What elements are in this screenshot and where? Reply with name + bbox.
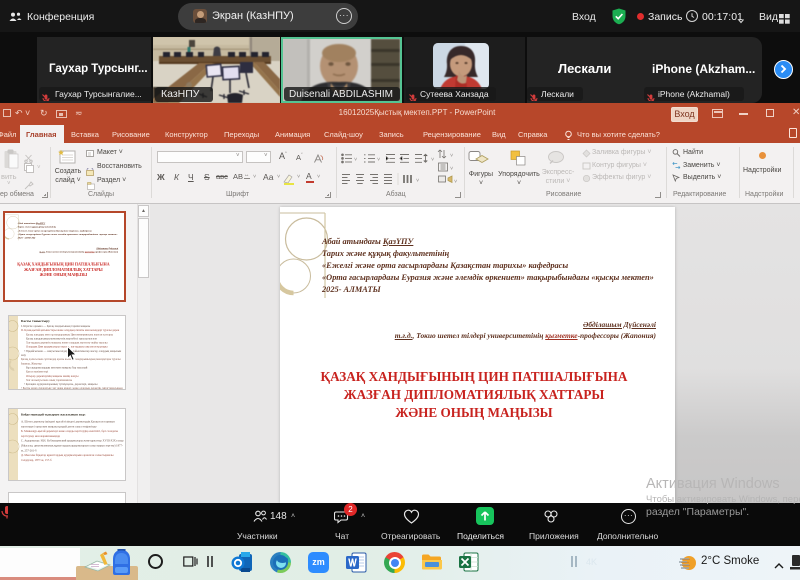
svg-text:˅: ˅	[354, 157, 357, 163]
svg-text:˅: ˅	[454, 179, 457, 185]
svg-text:˅: ˅	[450, 153, 453, 159]
svg-text:˅: ˅	[377, 157, 380, 163]
svg-text:˅: ˅	[450, 166, 453, 172]
svg-text:˅: ˅	[431, 157, 434, 163]
svg-text:˅: ˅	[416, 178, 419, 184]
